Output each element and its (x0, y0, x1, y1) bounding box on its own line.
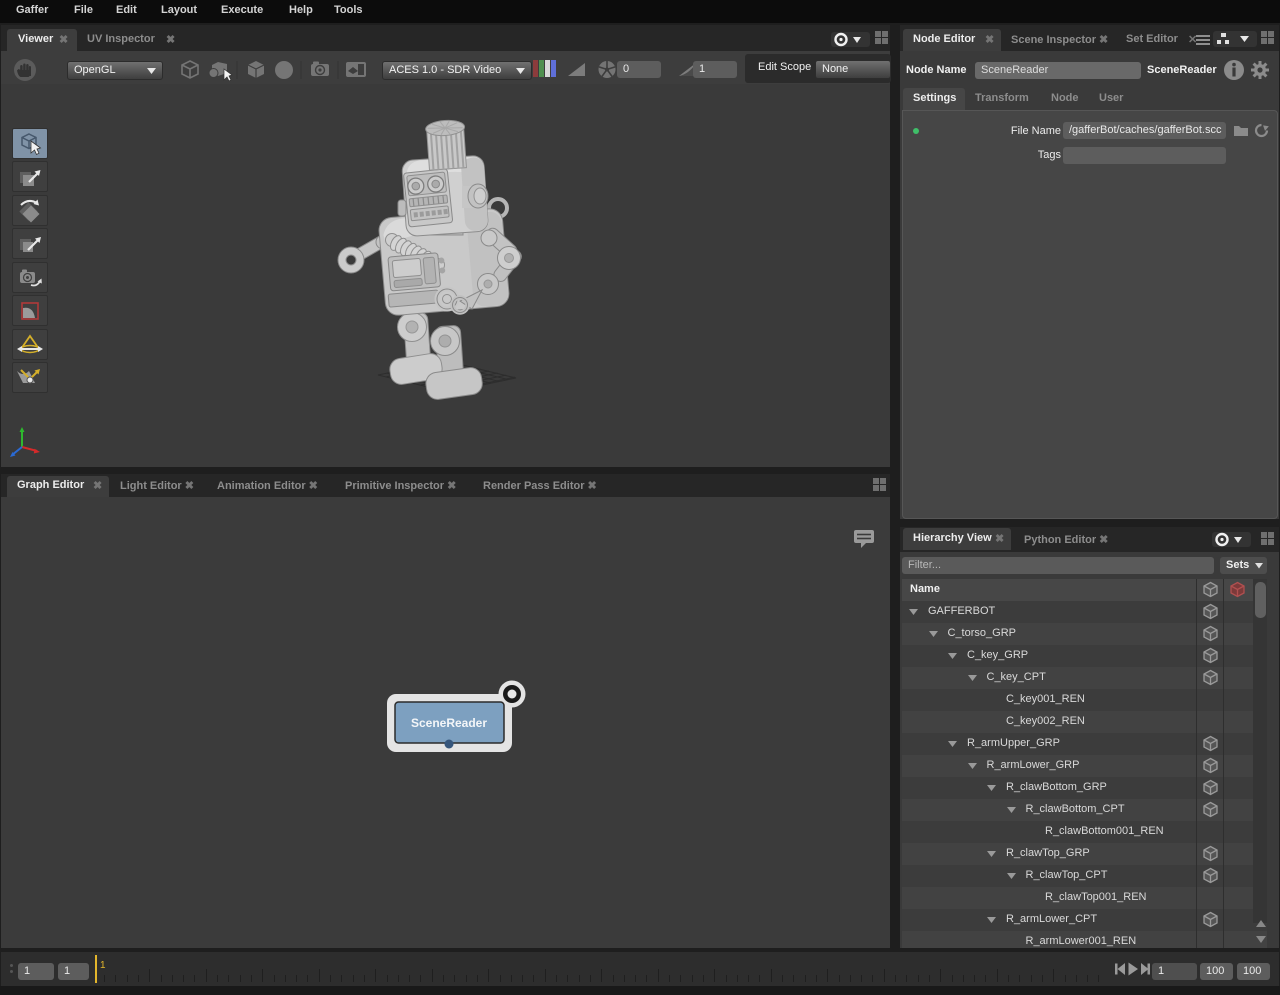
svg-text:SceneReader: SceneReader (411, 716, 487, 730)
